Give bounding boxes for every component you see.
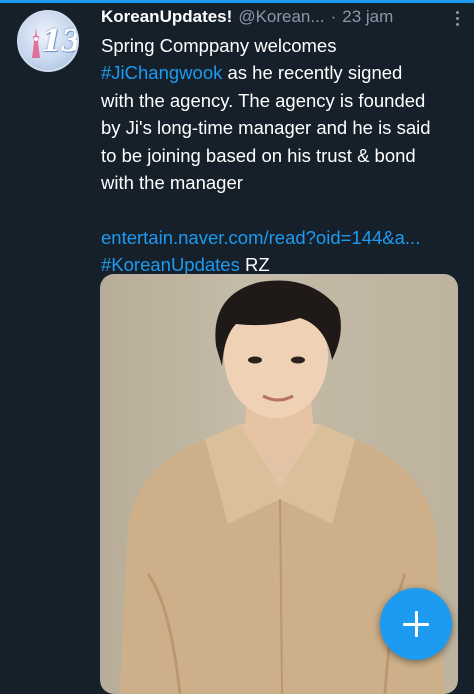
separator-dot: · [330,7,337,26]
tweet-line-rest: as he recently signed [222,62,403,84]
avatar[interactable]: 13 [17,10,79,72]
tower-icon [32,28,40,58]
user-handle[interactable]: @Korean... [238,7,324,27]
tweet-text: Spring Comppany welcomes #JiChangwook as… [101,32,461,279]
hashtag-link[interactable]: #JiChangwook [101,62,222,83]
tweet[interactable]: 13 KoreanUpdates! @Korean... · 23 jam Sp… [0,0,474,694]
tweet-line: Spring Comppany welcomes [101,35,337,56]
tweet-line: #JiChangwook as he recently signed [101,59,461,86]
more-options-icon[interactable] [450,7,464,29]
avatar-badge-text: 13 [41,24,79,59]
tweet-line: by Ji's long-time manager and he is said [101,117,431,139]
url-link[interactable]: entertain.naver.com/read?oid=144&a... [101,224,461,251]
compose-tweet-button[interactable] [380,588,452,660]
top-accent-bar [0,0,474,3]
tweet-line: with the agency. The agency is founded [101,89,426,111]
signoff-text: RZ [239,254,270,276]
hashtag-link[interactable]: #KoreanUpdates [101,254,240,275]
tweet-line: with the manager [101,172,243,194]
tweet-line: to be joining based on his trust & bond [101,144,416,166]
tweet-header: KoreanUpdates! @Korean... · 23 jam [101,5,461,29]
display-name[interactable]: KoreanUpdates! [101,7,232,27]
timestamp[interactable]: 23 jam [342,7,393,27]
plus-icon [403,611,429,637]
